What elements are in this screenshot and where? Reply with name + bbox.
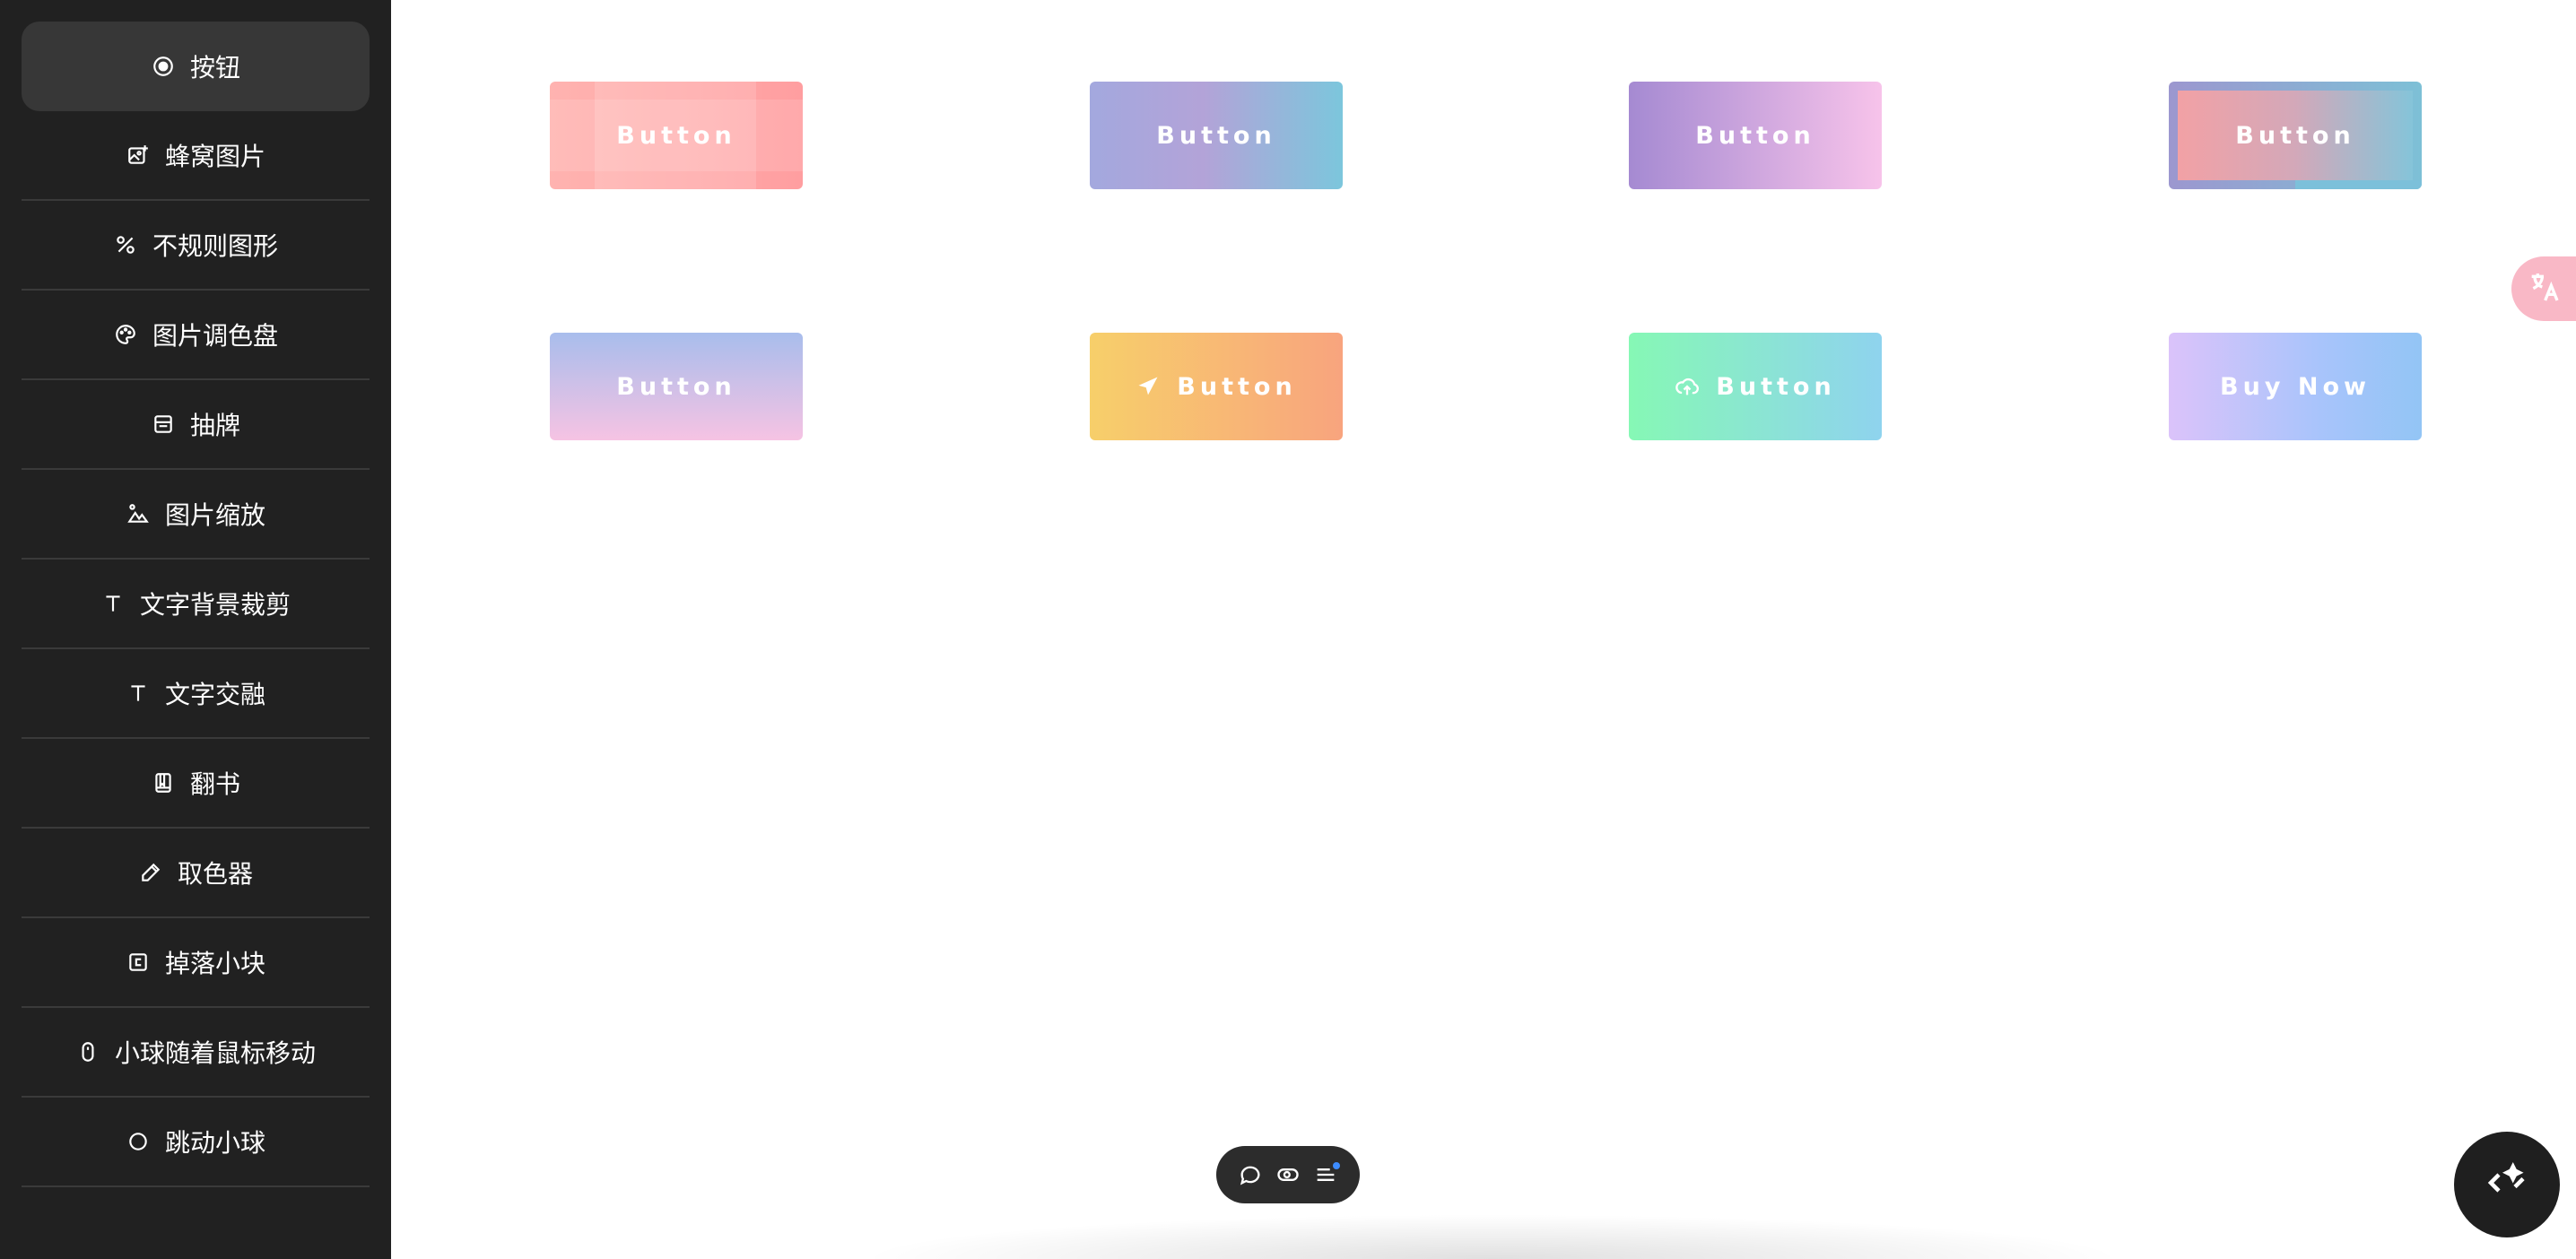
vertical-gradient-button[interactable]: Button (550, 333, 803, 440)
main-content: Button Button Button Button Button Butto… (391, 0, 2576, 1259)
sidebar-item-ball-follow-mouse[interactable]: 小球随着鼠标移动 (22, 1008, 370, 1098)
sidebar-item-label: 按钮 (189, 53, 240, 82)
sidebar-item-label: 掉落小块 (164, 949, 265, 978)
radio-icon (151, 54, 176, 79)
sidebar: 按钮 蜂窝图片 不规则图形 图片调色盘 抽牌 图片缩放 文字背景裁剪 文字交融 … (0, 0, 391, 1259)
sidebar-item-button[interactable]: 按钮 (22, 22, 370, 111)
bottom-toolbar (1216, 1146, 1360, 1203)
pipette-icon (138, 860, 163, 885)
button-label: Button (1156, 121, 1276, 150)
sidebar-item-color-picker[interactable]: 取色器 (22, 829, 370, 918)
cloud-upload-icon (1675, 374, 1700, 399)
drop-block-icon (126, 950, 151, 975)
text-icon (126, 681, 151, 706)
card-icon (151, 412, 176, 437)
sidebar-item-label: 文字交融 (164, 680, 265, 709)
sidebar-item-flip-book[interactable]: 翻书 (22, 739, 370, 829)
sidebar-item-label: 蜂窝图片 (164, 142, 265, 171)
sidebar-item-irregular-shape[interactable]: 不规则图形 (22, 201, 370, 291)
sidebar-item-bouncing-ball[interactable]: 跳动小球 (22, 1098, 370, 1187)
sidebar-item-label: 图片调色盘 (152, 321, 278, 351)
upload-button[interactable]: Button (1629, 333, 1882, 440)
sidebar-item-label: 取色器 (177, 859, 253, 889)
translate-tab[interactable] (2511, 256, 2576, 321)
send-button[interactable]: Button (1090, 333, 1343, 440)
sidebar-item-label: 文字背景裁剪 (139, 590, 291, 620)
sidebar-item-label: 小球随着鼠标移动 (114, 1038, 316, 1068)
book-icon (151, 770, 176, 795)
code-sparkle-icon (2483, 1159, 2531, 1211)
sidebar-item-text-blend[interactable]: 文字交融 (22, 649, 370, 739)
sidebar-item-label: 图片缩放 (164, 500, 265, 530)
mouse-icon (75, 1039, 100, 1064)
buy-now-button[interactable]: Buy Now (2169, 333, 2422, 440)
text-icon (100, 591, 126, 616)
sidebar-item-palette[interactable]: 图片调色盘 (22, 291, 370, 380)
button-label: Button (1716, 372, 1836, 401)
button-label: Button (616, 121, 736, 150)
sidebar-item-card-draw[interactable]: 抽牌 (22, 380, 370, 470)
shapes-icon (113, 232, 138, 257)
sidebar-item-label: 不规则图形 (152, 231, 278, 261)
gradient-border-button[interactable]: Button (2169, 82, 2422, 189)
button-label: Button (1695, 121, 1815, 150)
palette-icon (113, 322, 138, 347)
button-label: Button (1177, 372, 1297, 401)
sidebar-item-honeycomb-image[interactable]: 蜂窝图片 (22, 111, 370, 201)
translate-icon (2526, 269, 2562, 308)
sidebar-item-falling-blocks[interactable]: 掉落小块 (22, 918, 370, 1008)
sidebar-item-label: 跳动小球 (164, 1128, 265, 1158)
send-icon (1136, 374, 1161, 399)
button-label: Button (616, 372, 736, 401)
sidebar-item-label: 翻书 (189, 769, 240, 799)
bottom-shadow (857, 1214, 2128, 1259)
gradient-button-1[interactable]: Button (550, 82, 803, 189)
sidebar-item-image-zoom[interactable]: 图片缩放 (22, 470, 370, 560)
toggle-icon[interactable] (1274, 1160, 1302, 1189)
chat-icon[interactable] (1236, 1160, 1265, 1189)
notification-dot (1333, 1162, 1340, 1169)
sidebar-item-text-bg-clip[interactable]: 文字背景裁剪 (22, 560, 370, 649)
sidebar-item-label: 抽牌 (189, 411, 240, 440)
mountain-zoom-icon (126, 501, 151, 526)
button-label: Buy Now (2220, 372, 2371, 401)
circle-icon (126, 1129, 151, 1154)
gradient-button-2[interactable]: Button (1090, 82, 1343, 189)
button-label: Button (2235, 121, 2355, 150)
menu-icon[interactable] (1311, 1160, 1340, 1189)
gradient-button-3[interactable]: Button (1629, 82, 1882, 189)
code-fab-button[interactable] (2454, 1132, 2560, 1237)
image-plus-icon (126, 143, 151, 168)
